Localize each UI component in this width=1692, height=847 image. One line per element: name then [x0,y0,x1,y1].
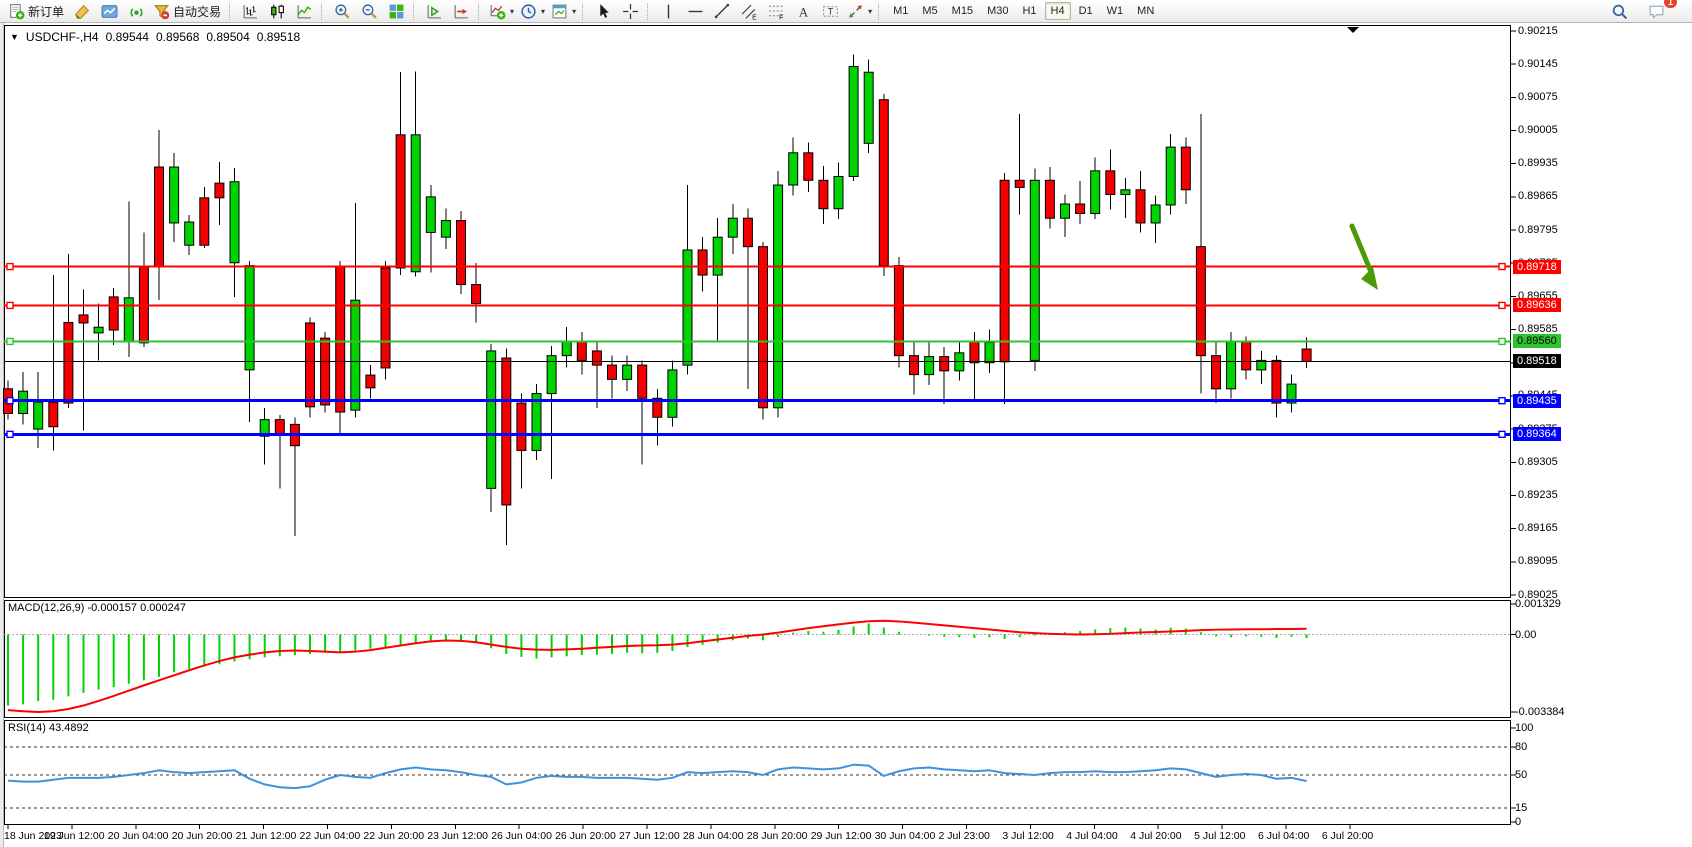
time-axis-label[interactable]: 20 Jun 20:00 [172,830,233,842]
close-value: 0.89518 [257,30,300,44]
price-tick-label[interactable]: 0.90215 [1518,25,1558,37]
price-tick-label[interactable]: 0.89235 [1518,489,1558,501]
time-axis-label[interactable]: 30 Jun 04:00 [875,830,936,842]
price-tick-label[interactable]: 0.90075 [1518,91,1558,103]
rsi-axis-label: 80 [1515,741,1527,753]
time-axis-label[interactable]: 4 Jul 20:00 [1130,830,1181,842]
price-tick-label[interactable]: 0.89585 [1518,323,1558,335]
rsi-axis-label: 100 [1515,722,1533,734]
macd-main-value: -0.000157 [87,602,137,614]
low-value: 0.89504 [206,30,249,44]
rsi-name: RSI(14) [8,722,46,734]
rsi-axis-label: 0 [1515,816,1521,828]
time-axis-label[interactable]: 2 Jul 23:00 [939,830,990,842]
price-tick-label[interactable]: 0.89305 [1518,456,1558,468]
collapse-ohlc-icon[interactable]: ▼ [10,32,19,42]
price-line-badge: 0.89435 [1513,394,1561,408]
mt4-terminal: 新订单自动交易▾▾▾EFAT▾M1M5M15M30H1H4D1W1MN1 ▼ U… [0,0,1692,847]
price-line-badge: 0.89518 [1513,354,1561,368]
time-axis-label[interactable]: 22 Jun 20:00 [363,830,424,842]
price-line-badge: 0.89636 [1513,298,1561,312]
time-axis-label[interactable]: 3 Jul 12:00 [1002,830,1053,842]
time-axis-label[interactable]: 22 Jun 04:00 [300,830,361,842]
chart-canvas[interactable] [0,0,1692,847]
time-axis-label[interactable]: 26 Jun 04:00 [491,830,552,842]
open-value: 0.89544 [106,30,149,44]
price-tick-label[interactable]: 0.89795 [1518,224,1558,236]
time-axis-label[interactable]: 28 Jun 04:00 [683,830,744,842]
rsi-label: RSI(14) 43.4892 [8,722,89,734]
time-axis-label[interactable]: 27 Jun 12:00 [619,830,680,842]
price-tick-label[interactable]: 0.89935 [1518,157,1558,169]
time-axis-label[interactable]: 21 Jun 12:00 [236,830,297,842]
time-axis-label[interactable]: 19 Jun 12:00 [44,830,105,842]
time-axis-label[interactable]: 29 Jun 12:00 [811,830,872,842]
price-tick-label[interactable]: 0.89095 [1518,555,1558,567]
price-tick-label[interactable]: 0.89865 [1518,190,1558,202]
macd-axis-label: -0.003384 [1515,706,1565,718]
time-axis-label[interactable]: 6 Jul 04:00 [1258,830,1309,842]
macd-label: MACD(12,26,9) -0.000157 0.000247 [8,602,186,614]
time-axis-label[interactable]: 6 Jul 20:00 [1322,830,1373,842]
high-value: 0.89568 [156,30,199,44]
time-axis-label[interactable]: 23 Jun 12:00 [427,830,488,842]
price-tick-label[interactable]: 0.90145 [1518,58,1558,70]
price-tick-label[interactable]: 0.90005 [1518,124,1558,136]
macd-axis-label: 0.001329 [1515,598,1561,610]
rsi-value: 43.4892 [49,722,89,734]
rsi-axis-label: 15 [1515,802,1527,814]
symbol-period-label: USDCHF-,H4 [26,30,99,44]
price-line-badge: 0.89364 [1513,427,1561,441]
time-axis-label[interactable]: 5 Jul 12:00 [1194,830,1245,842]
price-tick-label[interactable]: 0.89165 [1518,522,1558,534]
time-axis-label[interactable]: 26 Jun 20:00 [555,830,616,842]
time-axis-label[interactable]: 4 Jul 04:00 [1066,830,1117,842]
time-axis-label[interactable]: 28 Jun 20:00 [747,830,808,842]
price-line-badge: 0.89718 [1513,260,1561,274]
time-axis-label[interactable]: 20 Jun 04:00 [108,830,169,842]
macd-axis-label: 0.00 [1515,629,1536,641]
macd-name: MACD(12,26,9) [8,602,84,614]
chart-title: ▼ USDCHF-,H4 0.89544 0.89568 0.89504 0.8… [10,30,300,44]
macd-signal-value: 0.000247 [140,602,186,614]
rsi-axis-label: 50 [1515,769,1527,781]
price-line-badge: 0.89560 [1513,334,1561,348]
